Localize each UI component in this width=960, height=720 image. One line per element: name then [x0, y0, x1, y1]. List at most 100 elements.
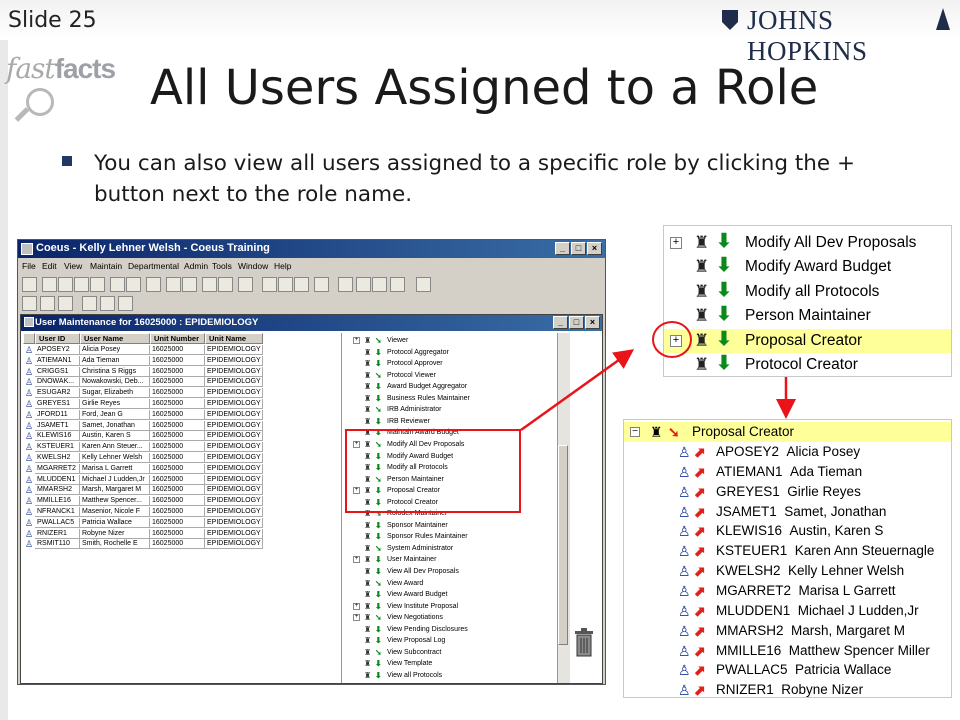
role-row[interactable]: ♜ ⬇ Protocol Approver — [351, 358, 551, 369]
table-row[interactable]: ♙ MGARRET2 Marisa L Garrett 16025000 EPIDEMI… — [23, 463, 263, 474]
toolbar-button[interactable] — [118, 296, 133, 311]
column-header-user-name[interactable]: User Name — [80, 333, 150, 344]
role-row[interactable]: ♜ ➘ Protocol Viewer — [351, 370, 551, 381]
role-row[interactable]: ♜ ➘ IRB Administrator — [351, 404, 551, 415]
toolbar-button[interactable] — [372, 277, 387, 292]
scrollbar-thumb[interactable] — [558, 445, 568, 645]
toolbar-button[interactable] — [356, 277, 371, 292]
toolbar-button[interactable] — [40, 296, 55, 311]
toolbar-button[interactable] — [90, 277, 105, 292]
maximize-button[interactable]: □ — [571, 242, 586, 255]
role-row[interactable]: ♜ ⬇ View Pending Disclosures — [351, 624, 551, 635]
table-row[interactable]: ♙ MMILLE16 Matthew Spencer... 16025000 EPIDE… — [23, 496, 263, 507]
zoom-role-row[interactable]: + ♜ ⬇ Proposal Creator — [664, 328, 951, 353]
role-row[interactable]: ♜ ⬇ View Award Budget — [351, 589, 551, 600]
menu-view[interactable]: View — [64, 261, 82, 271]
role-member-row[interactable]: ♙ ⬈ ATIEMAN1 Ada Tieman — [624, 462, 951, 482]
toolbar-button[interactable] — [314, 277, 329, 292]
menu-edit[interactable]: Edit — [42, 261, 57, 271]
toolbar-button[interactable] — [58, 296, 73, 311]
toolbar-button[interactable] — [74, 277, 89, 292]
toolbar-button[interactable] — [110, 277, 125, 292]
role-member-row[interactable]: ♙ ⬈ KLEWIS16 Austin, Karen S — [624, 521, 951, 541]
table-row[interactable]: ♙ KLEWIS16 Austin, Karen S 16025000 EPIDEMIO… — [23, 431, 263, 442]
table-row[interactable]: ♙ MMARSH2 Marsh, Margaret M 16025000 EPIDEMI… — [23, 485, 263, 496]
role-member-row[interactable]: ♙ ⬈ KWELSH2 Kelly Lehner Welsh — [624, 561, 951, 581]
column-header-user-id[interactable]: User ID — [35, 333, 80, 344]
role-member-row[interactable]: ♙ ⬈ MGARRET2 Marisa L Garrett — [624, 581, 951, 601]
role-member-row[interactable]: ♙ ⬈ MLUDDEN1 Michael J Ludden,Jr — [624, 601, 951, 621]
toolbar-button[interactable] — [42, 277, 57, 292]
table-row[interactable]: ♙ JSAMET1 Samet, Jonathan 16025000 EPIDEMIOL… — [23, 420, 263, 431]
trash-icon[interactable] — [573, 627, 595, 657]
save-icon[interactable] — [100, 296, 115, 311]
role-row[interactable]: ♜ ⬇ View Proposal Log — [351, 635, 551, 646]
role-row[interactable]: ♜ ⬇ Protocol Aggregator — [351, 347, 551, 358]
table-row[interactable]: ♙ KWELSH2 Kelly Lehner Welsh 16025000 EPIDEM… — [23, 453, 263, 463]
close-button[interactable]: × — [587, 242, 602, 255]
expanded-role-row[interactable]: − ♜ ➘ Proposal Creator — [624, 422, 951, 442]
menu-tools[interactable]: Tools — [212, 261, 232, 271]
table-row[interactable]: ♙ MLUDDEN1 Michael J Ludden,Jr 16025000 EPID… — [23, 474, 263, 485]
role-row[interactable]: ♜ ⬇ Award Budget Aggregator — [351, 381, 551, 392]
menu-window[interactable]: Window — [238, 261, 268, 271]
role-row[interactable]: + ♜ ⬇ View Institute Proposal — [351, 601, 551, 612]
toolbar-button[interactable] — [238, 277, 253, 292]
column-header-unit-number[interactable]: Unit Number — [150, 333, 205, 344]
role-member-row[interactable]: ♙ ⬈ APOSEY2 Alicia Posey — [624, 442, 951, 462]
role-row[interactable]: + ♜ ➘ View Negotiations — [351, 612, 551, 623]
inner-maximize-button[interactable]: □ — [569, 316, 584, 329]
table-row[interactable]: ♙ NFRANCK1 Masenior, Nicole F 16025000 EPIDE… — [23, 507, 263, 517]
table-row[interactable]: ♙ ATIEMAN1 Ada Tieman 16025000 EPIDEMIOLOGY — [23, 355, 263, 366]
toolbar-button[interactable] — [22, 277, 37, 292]
expand-icon[interactable]: + — [670, 237, 682, 249]
role-row[interactable]: ♜ ⬇ Sponsor Maintainer — [351, 520, 551, 531]
role-member-row[interactable]: ♙ ⬈ GREYES1 Girlie Reyes — [624, 482, 951, 502]
role-row[interactable]: + ♜ ⬇ User Maintainer — [351, 554, 551, 565]
toolbar-button[interactable] — [166, 277, 181, 292]
search-icon[interactable] — [82, 296, 97, 311]
menu-admin[interactable]: Admin — [184, 261, 208, 271]
toolbar-button[interactable] — [146, 277, 161, 292]
role-row[interactable]: + ♜ ➘ Viewer — [351, 335, 551, 346]
table-row[interactable]: ♙ PWALLAC5 Patricia Wallace 16025000 EPIDEMI… — [23, 517, 263, 528]
zoom-role-row[interactable]: + ♜ ⬇ Modify All Dev Proposals — [664, 231, 951, 255]
minimize-button[interactable]: _ — [555, 242, 570, 255]
inner-minimize-button[interactable]: _ — [553, 316, 568, 329]
table-row[interactable]: ♙ RNIZER1 Robyne Nizer 16025000 EPIDEMIOLOGY — [23, 528, 263, 539]
role-member-row[interactable]: ♙ ⬈ PWALLAC5 Patricia Wallace — [624, 660, 951, 680]
toolbar-button[interactable] — [218, 277, 233, 292]
toolbar-button[interactable] — [416, 277, 431, 292]
role-member-row[interactable]: ♙ ⬈ MMILLE16 Matthew Spencer Miller — [624, 641, 951, 661]
toolbar-button[interactable] — [202, 277, 217, 292]
role-row[interactable]: ♜ ⬇ View Template — [351, 658, 551, 669]
expand-icon[interactable]: + — [353, 337, 360, 344]
menu-maintain[interactable]: Maintain — [90, 261, 122, 271]
table-row[interactable]: ♙ APOSEY2 Alicia Posey 16025000 EPIDEMIOLOGY — [23, 345, 263, 355]
menu-file[interactable]: File — [22, 261, 36, 271]
toolbar-button[interactable] — [182, 277, 197, 292]
role-row[interactable]: ♜ ➘ View Award — [351, 578, 551, 589]
toolbar-button[interactable] — [390, 277, 405, 292]
menu-help[interactable]: Help — [274, 261, 291, 271]
role-member-row[interactable]: ♙ ⬈ KSTEUER1 Karen Ann Steuernagle — [624, 541, 951, 561]
role-row[interactable]: ♜ ⬇ IRB Reviewer — [351, 416, 551, 427]
zoom-role-row[interactable]: ♜ ⬇ Protocol Creator — [664, 353, 951, 376]
expand-icon[interactable]: + — [353, 556, 360, 564]
table-row[interactable]: ♙ RSMIT110 Smith, Rochelle E 16025000 EPIDEM… — [23, 539, 263, 550]
role-row[interactable]: ♜ ⬇ View all Protocols — [351, 670, 551, 681]
expand-icon[interactable]: + — [353, 602, 360, 610]
toolbar-button[interactable] — [58, 277, 73, 292]
zoom-role-row[interactable]: ♜ ⬇ Modify Award Budget — [664, 255, 951, 279]
table-row[interactable]: ♙ CRIGGS1 Christina S Riggs 16025000 EPIDEMI… — [23, 366, 263, 377]
toolbar-button[interactable] — [338, 277, 353, 292]
table-row[interactable]: ♙ KSTEUER1 Karen Ann Steuer... 16025000 EPID… — [23, 442, 263, 453]
role-row[interactable]: ♜ ➘ View Subcontract — [351, 647, 551, 658]
toolbar-button[interactable] — [278, 277, 293, 292]
zoom-role-row[interactable]: ♜ ⬇ Person Maintainer — [664, 304, 951, 328]
table-row[interactable]: ♙ JFORD11 Ford, Jean G 16025000 EPIDEMIOLOGY — [23, 409, 263, 420]
toolbar-button[interactable] — [126, 277, 141, 292]
role-row[interactable]: ♜ ➘ System Administrator — [351, 543, 551, 554]
table-row[interactable]: ♙ DNOWAK... Nowakowski, Deb... 16025000 EPID… — [23, 377, 263, 388]
role-row[interactable]: ♜ ⬇ View All Dev Proposals — [351, 566, 551, 577]
